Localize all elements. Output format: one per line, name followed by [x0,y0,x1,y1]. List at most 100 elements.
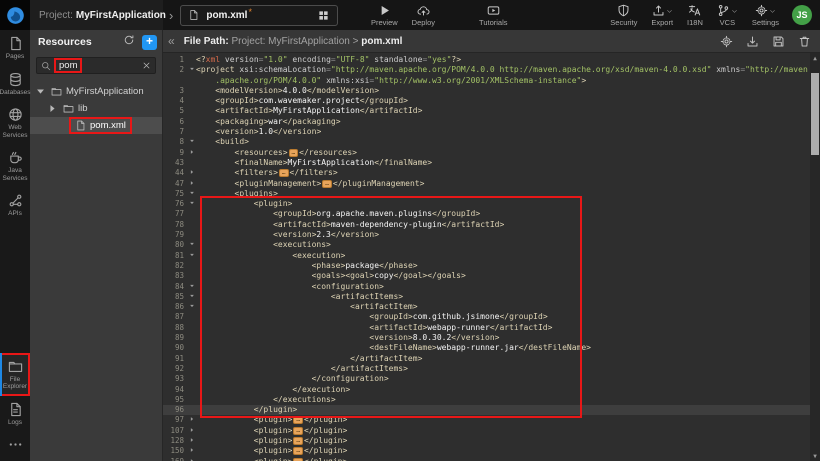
fold-open-icon[interactable] [187,137,196,147]
code-text: </execution> [196,385,350,395]
tab-list-button[interactable] [310,6,337,25]
settings-button[interactable]: Settings [745,0,786,30]
save-file-button[interactable] [772,35,785,48]
fold-open-icon[interactable] [187,292,196,302]
scrollbar-thumb[interactable] [811,73,819,155]
line-number: 82 [163,261,187,271]
fold-closed-icon[interactable] [187,457,196,461]
export-button[interactable]: Export [644,0,680,30]
folded-region-badge[interactable]: … [289,149,299,157]
code-line-83: 83 <goals><goal>copy</goal></goals> [163,271,820,281]
folded-region-badge[interactable]: … [293,447,303,455]
branch-icon [717,4,730,17]
collapse-panel-icon[interactable]: « [168,36,175,46]
line-number: 107 [163,426,187,436]
download-file-button[interactable] [746,35,759,48]
chevron-down-icon [768,4,776,15]
refresh-icon [123,33,135,51]
security-button[interactable]: Security [603,0,644,30]
code-line-96: 96 </plugin> [163,405,820,415]
project-breadcrumb[interactable]: Project: MyFirstApplication [30,0,163,30]
user-avatar[interactable]: JS [792,5,812,25]
folded-region-badge[interactable]: … [293,437,303,445]
sidebar-item-logs[interactable]: Logs [0,396,30,432]
line-number: 90 [163,343,187,353]
line-number: 91 [163,354,187,364]
sidebar-item-more[interactable] [0,431,30,457]
sidebar-item-label: FileExplorer [3,376,27,391]
code-text: <plugin>…</plugin> [196,426,347,436]
fold-open-icon[interactable] [187,199,196,209]
caret-right-icon [189,179,195,189]
sidebar-item-label: Pages [6,53,24,61]
tab-pom-xml[interactable]: pom.xml * [180,5,338,26]
file-settings-button[interactable] [720,35,733,48]
scroll-down-icon[interactable]: ▼ [810,451,820,461]
fold-closed-icon[interactable] [187,168,196,178]
sidebar-item-java-services[interactable]: JavaServices [0,144,30,187]
code-line-85: 85 <artifactItems> [163,292,820,302]
fold-spacer [187,76,196,86]
code-text: <resources>…</resources> [196,148,357,158]
fold-closed-icon[interactable] [187,415,196,425]
deploy-button[interactable]: Deploy [405,0,442,30]
fold-open-icon[interactable] [187,240,196,250]
code-line-6: 6 <packaging>war</packaging> [163,117,820,127]
tutorials-button[interactable]: Tutorials [472,0,514,30]
clear-search-icon[interactable] [142,61,151,70]
line-number: 7 [163,127,187,137]
folder-icon [63,103,74,114]
folded-region-badge[interactable]: … [279,169,289,177]
settings-icon-row [755,4,776,17]
fold-closed-icon[interactable] [187,148,196,158]
sidebar-item-file-explorer[interactable]: FileExplorer [0,353,30,396]
fold-open-icon[interactable] [187,282,196,292]
line-number: 4 [163,96,187,106]
sidebar-item-databases[interactable]: Databases [0,66,30,102]
expander-open-icon[interactable] [38,86,47,97]
preview-button[interactable]: Preview [364,0,405,30]
filepath-middle: Project: MyFirstApplication > [229,36,362,47]
folded-region-badge[interactable]: … [293,458,303,461]
scroll-up-icon[interactable]: ▲ [810,53,820,63]
fold-closed-icon[interactable] [187,446,196,456]
globe-icon [8,107,23,122]
fold-closed-icon[interactable] [187,179,196,189]
folded-region-badge[interactable]: … [293,416,303,424]
delete-file-button[interactable] [798,35,811,48]
sidebar-item-web-services[interactable]: WebServices [0,101,30,144]
fold-closed-icon[interactable] [187,436,196,446]
i18n-icon-row [688,4,701,17]
code-text: <filters>…</filters> [196,168,338,178]
tutorials-label: Tutorials [479,18,507,27]
add-resource-button[interactable]: + [142,35,157,50]
resource-tree: MyFirstApplicationlibpom.xml [30,83,162,134]
vcs-button[interactable]: VCS [710,0,745,30]
caret-down-icon [189,282,195,292]
expander-closed-icon[interactable] [50,103,59,114]
line-number: 88 [163,323,187,333]
fold-open-icon[interactable] [187,65,196,75]
modified-indicator: * [248,7,252,17]
tree-item-project-root[interactable]: MyFirstApplication [30,83,162,100]
fold-open-icon[interactable] [187,251,196,261]
line-number: 1 [163,55,187,65]
tree-item-lib[interactable]: lib [30,100,162,117]
folded-region-badge[interactable]: … [293,427,303,435]
line-number: 94 [163,385,187,395]
tree-item-pom-xml[interactable]: pom.xml [30,117,162,134]
fold-closed-icon[interactable] [187,426,196,436]
code-line-91: 91 </artifactItem> [163,354,820,364]
folded-region-badge[interactable]: … [322,180,332,188]
fold-open-icon[interactable] [187,189,196,199]
editor-scrollbar[interactable]: ▲ ▼ [810,53,820,461]
sidebar-item-pages[interactable]: Pages [0,30,30,66]
i18n-button[interactable]: I18N [680,0,710,30]
code-editor[interactable]: 1<?xml version="1.0" encoding="UTF-8" st… [163,53,820,461]
sidebar-item-apis[interactable]: APIs [0,187,30,223]
app-logo[interactable] [0,0,30,30]
filepath-text: File Path: Project: MyFirstApplication >… [184,36,403,47]
refresh-icon[interactable] [123,33,135,51]
resource-search-input[interactable]: pom [36,57,156,74]
fold-open-icon[interactable] [187,302,196,312]
